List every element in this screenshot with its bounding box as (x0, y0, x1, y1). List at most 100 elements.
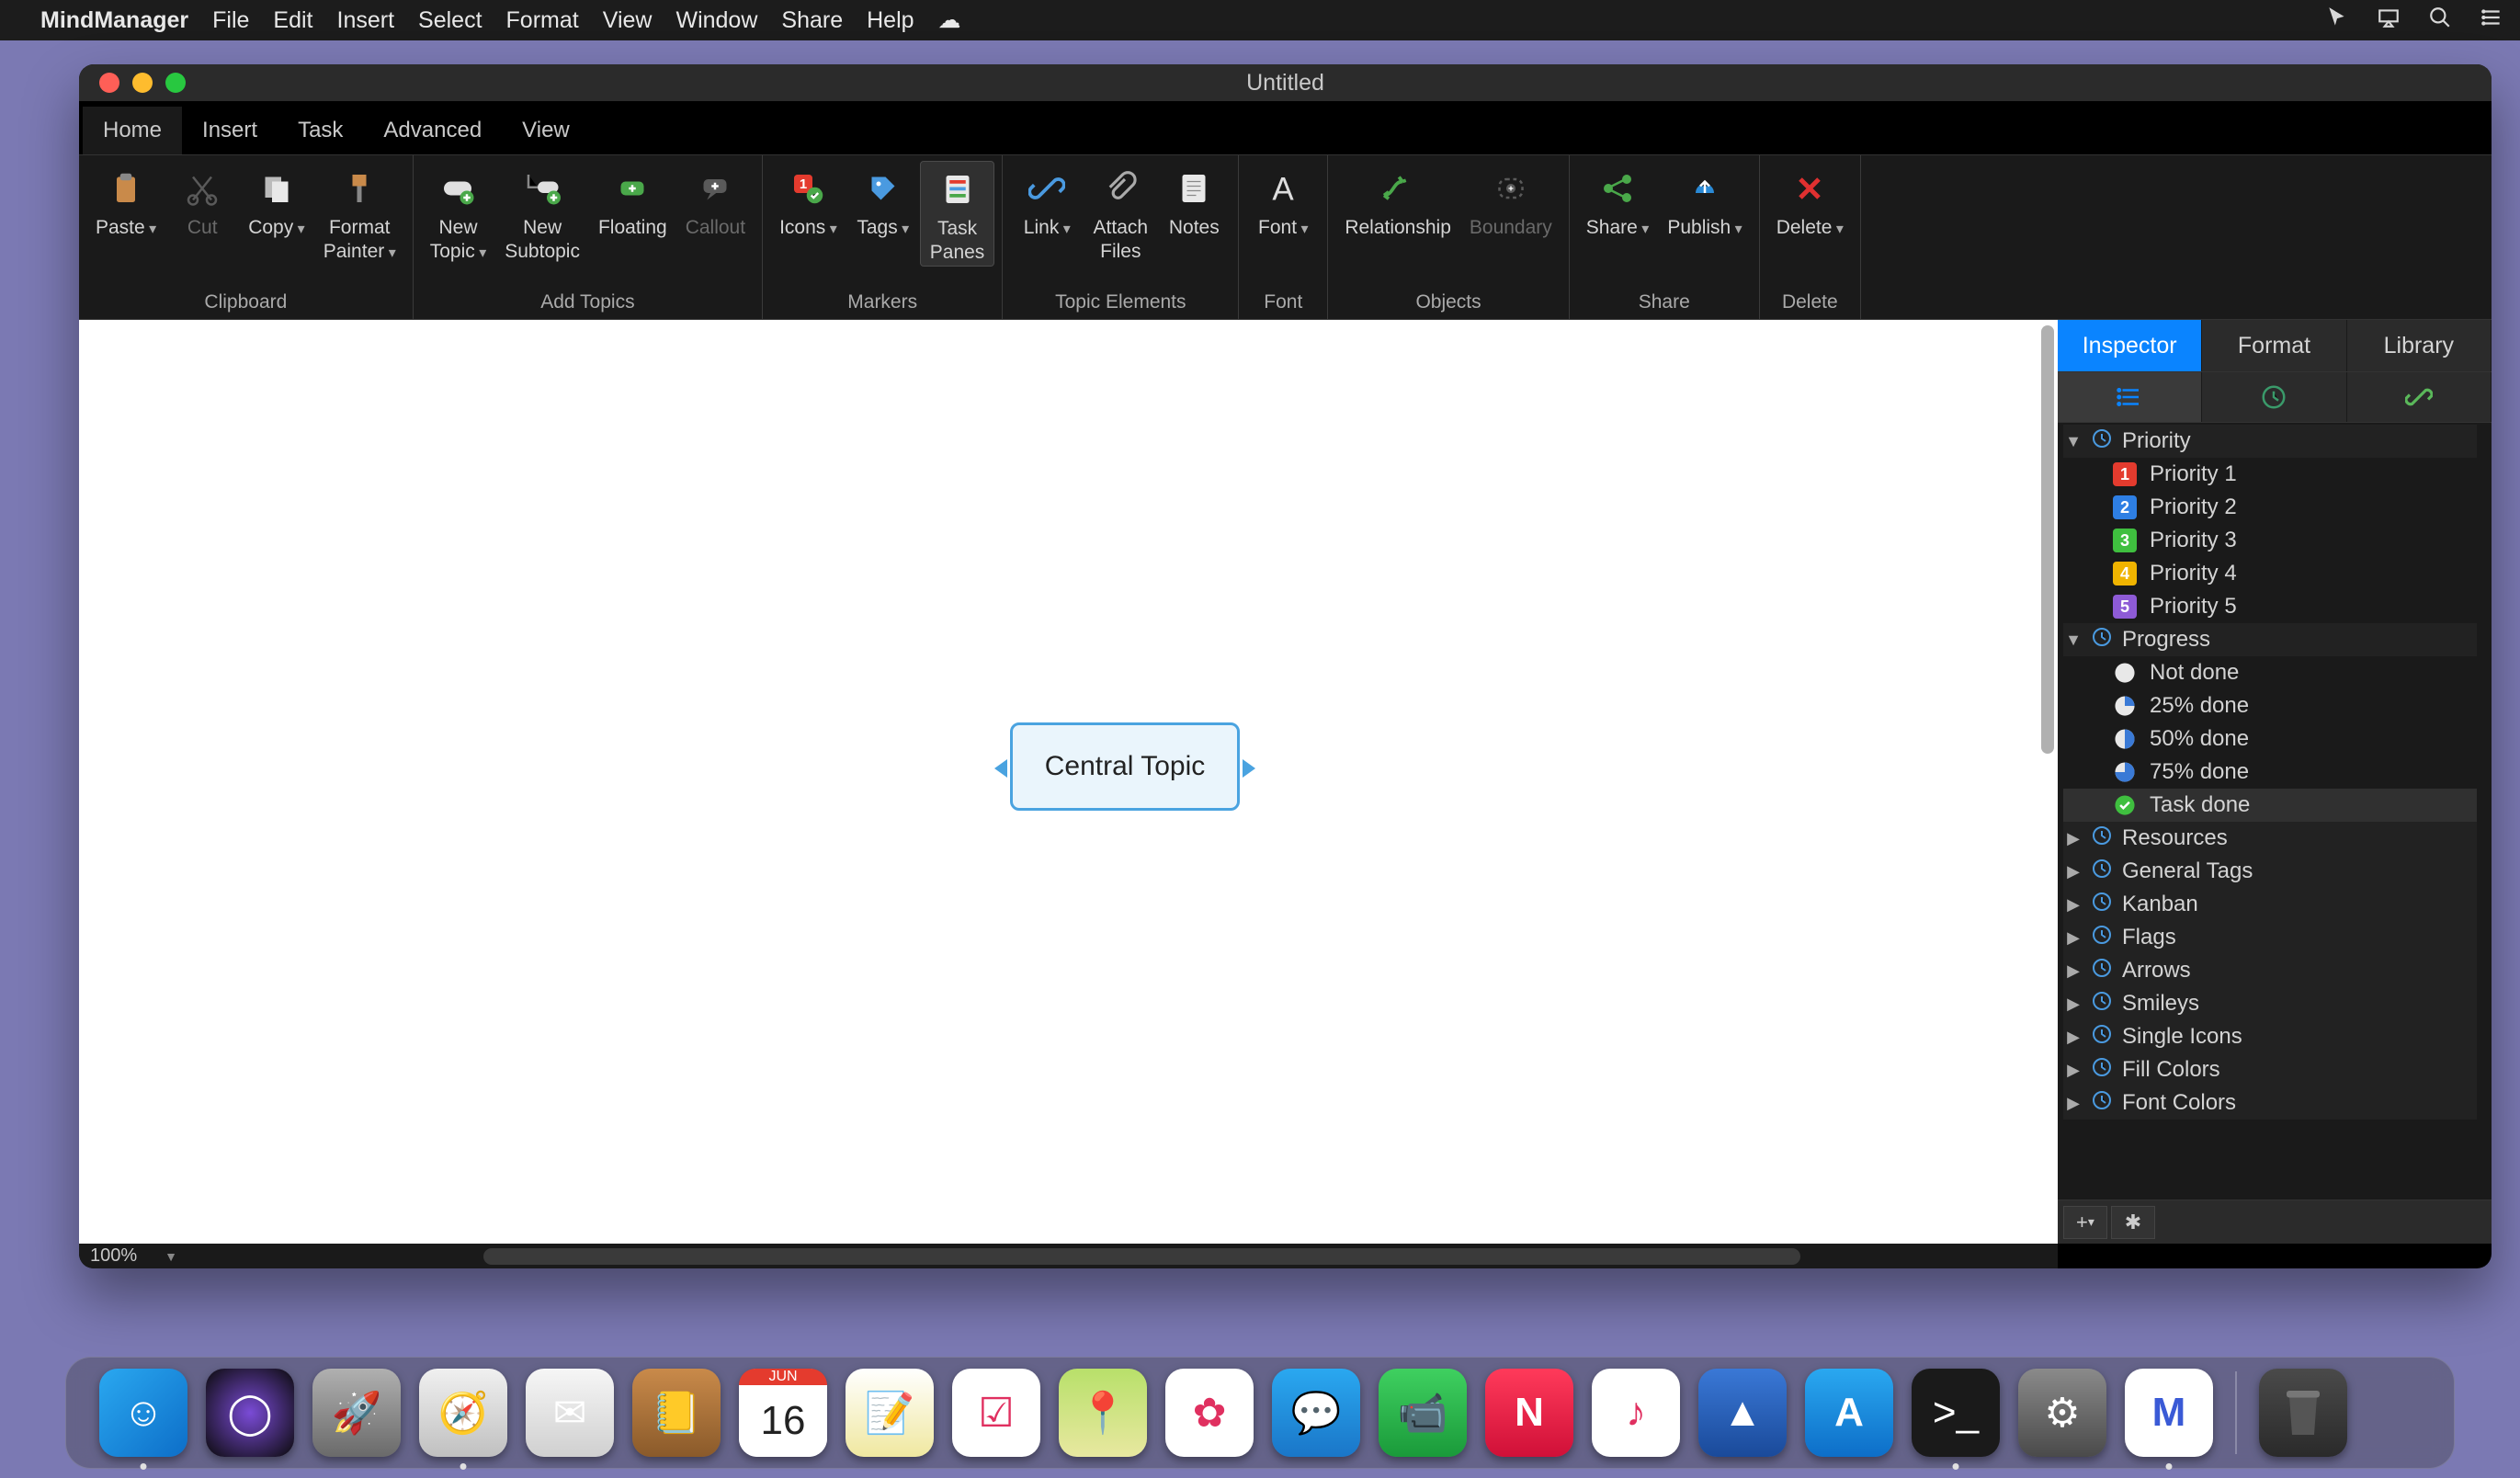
dock-trash[interactable] (2259, 1369, 2347, 1457)
tags-button[interactable]: Tags (846, 161, 920, 240)
marker-item[interactable]: Task done (2063, 789, 2477, 822)
dock-launchpad[interactable]: 🚀 (312, 1369, 401, 1457)
zoom-level[interactable]: 100% (90, 1245, 137, 1267)
topic-handle-left[interactable] (994, 759, 1007, 778)
dock-facetime[interactable]: 📹 (1379, 1369, 1467, 1457)
disclosure-icon[interactable]: ▶ (2065, 1061, 2082, 1080)
disclosure-icon[interactable]: ▼ (2065, 631, 2082, 650)
dock-news[interactable]: N (1485, 1369, 1573, 1457)
menu-edit[interactable]: Edit (273, 7, 312, 34)
menu-window[interactable]: Window (675, 7, 757, 34)
ribbon-tab-advanced[interactable]: Advanced (363, 107, 502, 154)
format-painter-button[interactable]: FormatPainter (314, 161, 405, 265)
marker-item[interactable]: 5Priority 5 (2063, 590, 2477, 623)
disclosure-icon[interactable]: ▶ (2065, 961, 2082, 981)
dock-terminal[interactable]: >_ (1912, 1369, 2000, 1457)
category-general-tags[interactable]: ▶General Tags (2063, 855, 2477, 888)
category-arrows[interactable]: ▶Arrows (2063, 954, 2477, 987)
relationship-button[interactable]: Relationship (1335, 161, 1460, 240)
dock-safari[interactable]: 🧭 (419, 1369, 507, 1457)
horizontal-scrollbar[interactable] (483, 1248, 1800, 1265)
markers-subtab[interactable] (2058, 372, 2202, 422)
zoom-dropdown-icon[interactable]: ▼ (165, 1249, 177, 1264)
marker-item[interactable]: 25% done (2063, 689, 2477, 722)
share-button[interactable]: Share (1577, 161, 1659, 240)
category-kanban[interactable]: ▶Kanban (2063, 888, 2477, 921)
links-subtab[interactable] (2347, 372, 2492, 422)
font-button[interactable]: AFont (1246, 161, 1320, 240)
menu-share[interactable]: Share (781, 7, 843, 34)
inspector-tab-format[interactable]: Format (2202, 320, 2346, 371)
dock-finder[interactable]: ☺ (99, 1369, 187, 1457)
category-smileys[interactable]: ▶Smileys (2063, 987, 2477, 1020)
marker-item[interactable]: 2Priority 2 (2063, 491, 2477, 524)
vertical-scrollbar[interactable] (2041, 325, 2054, 754)
attach-files-button[interactable]: AttachFiles (1084, 161, 1157, 265)
link-button[interactable]: Link (1010, 161, 1084, 240)
delete-button[interactable]: Delete (1767, 161, 1853, 240)
category-single-icons[interactable]: ▶Single Icons (2063, 1020, 2477, 1053)
canvas-area[interactable]: Central Topic (79, 320, 2058, 1244)
notes-button[interactable]: Notes (1157, 161, 1231, 240)
new-subtopic-button[interactable]: NewSubtopic (495, 161, 589, 265)
inspector-tab-inspector[interactable]: Inspector (2058, 320, 2202, 371)
mindmap-canvas[interactable]: Central Topic (79, 320, 2058, 1244)
dock-mindmanager[interactable]: M (2125, 1369, 2213, 1457)
dock-messages[interactable]: 💬 (1272, 1369, 1360, 1457)
floating-button[interactable]: Floating (589, 161, 676, 240)
disclosure-icon[interactable]: ▶ (2065, 829, 2082, 848)
dock-appstore[interactable]: A (1805, 1369, 1893, 1457)
category-resources[interactable]: ▶Resources (2063, 822, 2477, 855)
menu-view[interactable]: View (603, 7, 653, 34)
central-topic[interactable]: Central Topic (1010, 722, 1240, 811)
disclosure-icon[interactable]: ▶ (2065, 1028, 2082, 1047)
inspector-list[interactable]: ▼Priority1Priority 12Priority 23Priority… (2058, 423, 2492, 1199)
marker-item[interactable]: 50% done (2063, 722, 2477, 756)
task-panes-button[interactable]: TaskPanes (920, 161, 995, 267)
new-topic-button[interactable]: NewTopic (421, 161, 496, 265)
dock-mail[interactable]: ✉ (526, 1369, 614, 1457)
disclosure-icon[interactable]: ▶ (2065, 895, 2082, 915)
marker-item[interactable]: 4Priority 4 (2063, 557, 2477, 590)
category-flags[interactable]: ▶Flags (2063, 921, 2477, 954)
category-font-colors[interactable]: ▶Font Colors (2063, 1086, 2477, 1120)
category-priority[interactable]: ▼Priority (2063, 425, 2477, 458)
icons-button[interactable]: 1Icons (770, 161, 846, 240)
topic-handle-right[interactable] (1243, 759, 1255, 778)
marker-settings-button[interactable]: ✱ (2111, 1206, 2155, 1239)
cursor-icon[interactable] (2325, 6, 2349, 36)
control-center-icon[interactable] (2480, 6, 2503, 36)
ribbon-tab-view[interactable]: View (502, 107, 590, 154)
marker-item[interactable]: Not done (2063, 656, 2477, 689)
spotlight-icon[interactable] (2428, 6, 2452, 36)
dock-maps[interactable]: 📍 (1059, 1369, 1147, 1457)
publish-button[interactable]: Publish (1658, 161, 1751, 240)
dock-notes[interactable]: 📝 (846, 1369, 934, 1457)
dock-mountains[interactable]: ▲ (1698, 1369, 1787, 1457)
cloud-icon[interactable]: ☁ (938, 6, 961, 34)
dock-reminders[interactable]: ☑ (952, 1369, 1040, 1457)
disclosure-icon[interactable]: ▶ (2065, 1094, 2082, 1113)
dock-itunes[interactable]: ♪ (1592, 1369, 1680, 1457)
airplay-icon[interactable] (2377, 6, 2401, 36)
marker-item[interactable]: 1Priority 1 (2063, 458, 2477, 491)
ribbon-tab-insert[interactable]: Insert (182, 107, 278, 154)
disclosure-icon[interactable]: ▶ (2065, 995, 2082, 1014)
menu-select[interactable]: Select (418, 7, 482, 34)
disclosure-icon[interactable]: ▼ (2065, 432, 2082, 451)
category-fill-colors[interactable]: ▶Fill Colors (2063, 1053, 2477, 1086)
dock-photos[interactable]: ✿ (1165, 1369, 1254, 1457)
app-name-menu[interactable]: MindManager (40, 7, 188, 34)
add-marker-button[interactable]: +▾ (2063, 1206, 2107, 1239)
disclosure-icon[interactable]: ▶ (2065, 928, 2082, 948)
inspector-tab-library[interactable]: Library (2347, 320, 2492, 371)
ribbon-tab-task[interactable]: Task (278, 107, 363, 154)
marker-item[interactable]: 3Priority 3 (2063, 524, 2477, 557)
menu-insert[interactable]: Insert (337, 7, 395, 34)
dock-calendar[interactable]: JUN16 (739, 1369, 827, 1457)
menu-help[interactable]: Help (867, 7, 914, 34)
menu-file[interactable]: File (212, 7, 249, 34)
marker-item[interactable]: 75% done (2063, 756, 2477, 789)
paste-button[interactable]: Paste (86, 161, 165, 240)
dock-contacts[interactable]: 📒 (632, 1369, 721, 1457)
